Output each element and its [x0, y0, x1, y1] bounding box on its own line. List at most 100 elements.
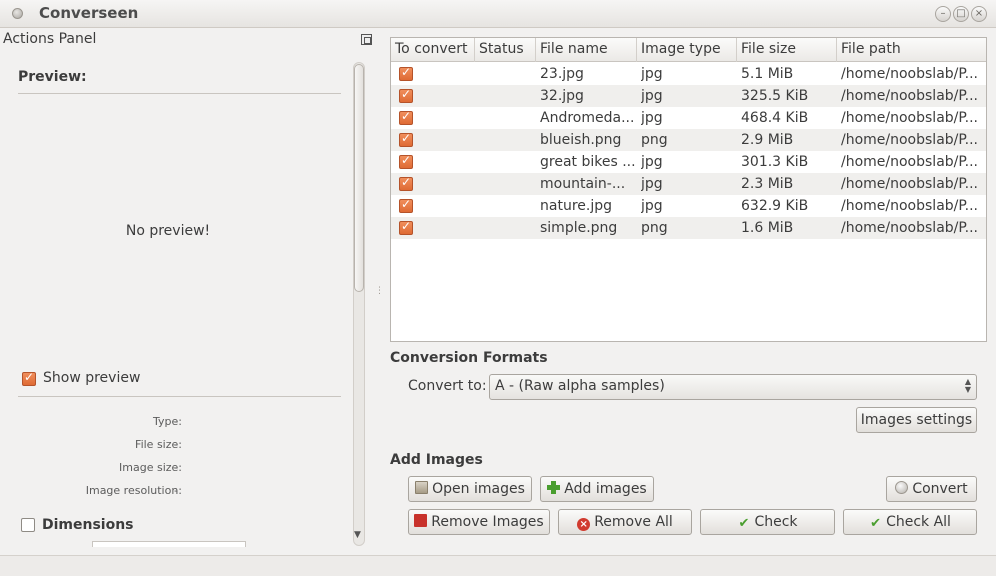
- cell-file-name: great bikes ...: [540, 154, 635, 170]
- table-row[interactable]: nature.jpg jpg 632.9 KiB/home/noobslab/P..…: [391, 195, 986, 217]
- convert-icon: [895, 481, 909, 494]
- convert-label: Convert: [912, 481, 968, 497]
- convert-to-label: Convert to:: [408, 378, 487, 394]
- no-preview-text: No preview!: [125, 223, 211, 239]
- minimize-button[interactable]: –: [935, 6, 951, 22]
- cell-status: [479, 63, 534, 85]
- table-row[interactable]: simple.png png 1.6 MiB/home/noobslab/P...: [391, 217, 986, 239]
- check-button[interactable]: ✔ Check: [700, 509, 835, 535]
- cell-file-path: /home/noobslab/P...: [841, 176, 978, 192]
- dimensions-label: Dimensions: [42, 517, 134, 533]
- table-row[interactable]: Andromeda... jpg 468.4 KiB/home/noobslab/P…: [391, 107, 986, 129]
- dimensions-field[interactable]: [92, 541, 246, 547]
- file-table: To convert Status File name Image type F…: [390, 37, 987, 342]
- checkmark-icon: ✔: [738, 516, 750, 531]
- images-settings-button[interactable]: Images settings: [856, 407, 977, 433]
- conversion-formats-heading: Conversion Formats: [390, 350, 548, 366]
- minus-icon: [414, 514, 428, 527]
- row-checkbox[interactable]: [399, 219, 413, 235]
- convert-button[interactable]: Convert: [886, 476, 977, 502]
- open-images-label: Open images: [432, 481, 525, 497]
- table-row[interactable]: 32.jpg jpg 325.5 KiB/home/noobslab/P...: [391, 85, 986, 107]
- row-checkbox[interactable]: [399, 109, 413, 125]
- format-select[interactable]: A - (Raw alpha samples) ▲ ▼: [489, 374, 977, 400]
- checkmark-icon: ✔: [870, 516, 882, 531]
- row-checkbox[interactable]: [399, 153, 413, 169]
- table-row[interactable]: mountain-... jpg 2.3 MiB/home/noobslab/P..…: [391, 173, 986, 195]
- column-header-to-convert[interactable]: To convert: [391, 38, 475, 62]
- cell-file-path: /home/noobslab/P...: [841, 66, 978, 82]
- cell-file-path: /home/noobslab/P...: [841, 198, 978, 214]
- add-images-label: Add images: [564, 481, 647, 497]
- cell-status: [479, 151, 534, 173]
- cell-file-name: Andromeda...: [540, 110, 635, 126]
- cell-image-type: jpg: [641, 176, 663, 192]
- detach-panel-icon[interactable]: [361, 34, 372, 45]
- cell-file-path: /home/noobslab/P...: [841, 154, 978, 170]
- row-checkbox[interactable]: [399, 175, 413, 191]
- table-row[interactable]: great bikes ... jpg 301.3 KiB/home/noobsla…: [391, 151, 986, 173]
- row-checkbox[interactable]: [399, 197, 413, 213]
- cell-file-path: /home/noobslab/P...: [841, 88, 978, 104]
- cell-file-name: blueish.png: [540, 132, 622, 148]
- cell-file-size: 325.5 KiB: [741, 88, 809, 104]
- row-checkbox[interactable]: [399, 131, 413, 147]
- info-value: -: [174, 438, 178, 451]
- info-row-image-size: Image size: -: [18, 461, 338, 477]
- cell-file-size: 2.9 MiB: [741, 132, 794, 148]
- show-preview-checkbox[interactable]: [22, 370, 36, 386]
- cell-file-size: 2.3 MiB: [741, 176, 794, 192]
- cell-image-type: jpg: [641, 198, 663, 214]
- table-row[interactable]: 23.jpg jpg 5.1 MiB/home/noobslab/P...: [391, 63, 986, 85]
- column-header-file-path[interactable]: File path: [837, 38, 986, 62]
- cell-file-path: /home/noobslab/P...: [841, 132, 978, 148]
- info-row-file-size: File size: -: [18, 438, 338, 454]
- cell-file-name: mountain-...: [540, 176, 626, 192]
- remove-all-button[interactable]: × Remove All: [558, 509, 692, 535]
- left-panel-scrollbar[interactable]: ▼: [353, 62, 365, 546]
- cell-file-size: 5.1 MiB: [741, 66, 794, 82]
- scroll-down-icon[interactable]: ▼: [354, 530, 361, 540]
- check-all-label: Check All: [886, 514, 951, 530]
- row-checkbox[interactable]: [399, 87, 413, 103]
- check-all-button[interactable]: ✔ Check All: [843, 509, 977, 535]
- maximize-button[interactable]: □: [953, 6, 969, 22]
- info-row-type: Type: -: [18, 415, 338, 431]
- cell-status: [479, 173, 534, 195]
- cell-image-type: png: [641, 132, 668, 148]
- splitter-handle[interactable]: ⋮: [375, 286, 384, 296]
- add-images-button[interactable]: Add images: [540, 476, 654, 502]
- remove-images-button[interactable]: Remove Images: [408, 509, 550, 535]
- cell-image-type: jpg: [641, 110, 663, 126]
- cell-file-size: 301.3 KiB: [741, 154, 809, 170]
- open-images-button[interactable]: Open images: [408, 476, 532, 502]
- table-row[interactable]: blueish.png png 2.9 MiB/home/noobslab/P...: [391, 129, 986, 151]
- row-checkbox[interactable]: [399, 65, 413, 81]
- window-title: Converseen: [39, 4, 139, 22]
- dimensions-checkbox[interactable]: [21, 518, 35, 532]
- column-header-status[interactable]: Status: [475, 38, 536, 62]
- cell-status: [479, 85, 534, 107]
- cell-image-type: jpg: [641, 66, 663, 82]
- divider: [18, 396, 341, 397]
- info-label: Image resolution:: [85, 484, 182, 497]
- cell-status: [479, 217, 534, 239]
- column-header-file-size[interactable]: File size: [737, 38, 837, 62]
- column-header-image-type[interactable]: Image type: [637, 38, 737, 62]
- scrollbar-thumb[interactable]: [354, 64, 364, 292]
- cell-image-type: png: [641, 220, 668, 236]
- cell-file-name: 23.jpg: [540, 66, 584, 82]
- plus-icon: [547, 481, 561, 494]
- cell-file-name: 32.jpg: [540, 88, 584, 104]
- preview-heading: Preview:: [18, 69, 87, 85]
- app-menu-icon[interactable]: [12, 8, 23, 19]
- info-value: -: [174, 461, 178, 474]
- close-button[interactable]: ×: [971, 6, 987, 22]
- show-preview-label: Show preview: [43, 370, 141, 386]
- cell-file-size: 1.6 MiB: [741, 220, 794, 236]
- remove-all-label: Remove All: [594, 514, 673, 530]
- remove-images-label: Remove Images: [431, 514, 544, 530]
- column-header-file-name[interactable]: File name: [536, 38, 637, 62]
- cancel-icon: ×: [577, 518, 591, 531]
- add-images-heading: Add Images: [390, 452, 483, 468]
